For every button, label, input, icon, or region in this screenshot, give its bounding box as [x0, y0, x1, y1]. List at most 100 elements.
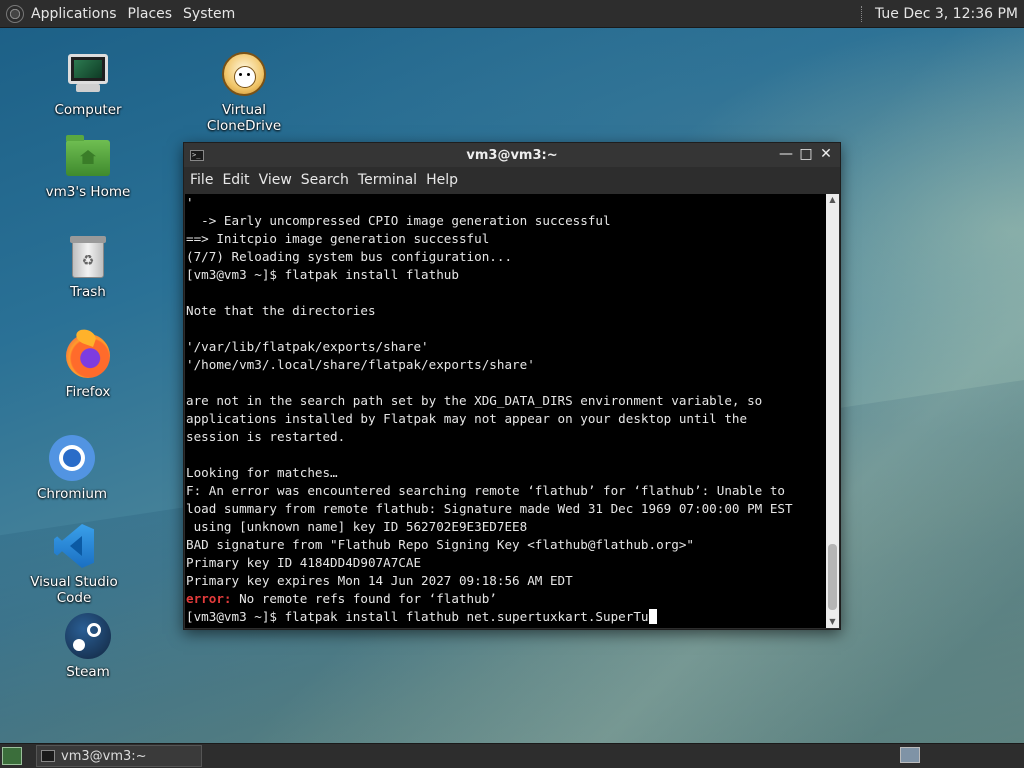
menu-file[interactable]: File	[190, 172, 213, 188]
desktop-icon-label: Steam	[66, 664, 110, 680]
terminal-line: '/var/lib/flatpak/exports/share'	[186, 338, 793, 356]
terminal-line: load summary from remote flathub: Signat…	[186, 500, 793, 518]
window-titlebar[interactable]: >_ vm3@vm3:~ — □ ✕	[184, 143, 840, 167]
panel-handle[interactable]	[860, 5, 865, 22]
terminal-line: Primary key expires Mon 14 Jun 2027 09:1…	[186, 572, 793, 590]
terminal-icon[interactable]: >_	[190, 149, 204, 161]
terminal-line-text: load summary from remote flathub: Signat…	[186, 501, 793, 516]
terminal-line-text: '	[186, 195, 194, 210]
places-menu[interactable]: Places	[128, 6, 173, 22]
terminal-line	[186, 320, 793, 338]
terminal-line-text: No remote refs found for ‘flathub’	[231, 591, 497, 606]
terminal-scrollbar[interactable]: ▲ ▼	[826, 194, 839, 628]
terminal-line-text: Note that the directories	[186, 303, 376, 318]
minimize-button[interactable]: —	[778, 146, 794, 162]
show-desktop-button[interactable]	[2, 747, 22, 765]
terminal-line	[186, 284, 793, 302]
taskbar-item-terminal[interactable]: vm3@vm3:~	[36, 745, 202, 767]
terminal-line-text: '/home/vm3/.local/share/flatpak/exports/…	[186, 357, 535, 372]
home-folder-icon	[64, 132, 112, 180]
scroll-up-arrow-icon[interactable]: ▲	[826, 194, 839, 206]
desktop-icon-firefox[interactable]: Firefox	[33, 332, 143, 400]
distro-logo-icon[interactable]	[6, 4, 24, 23]
error-label: error:	[186, 591, 232, 606]
desktop-icon-computer[interactable]: Computer	[33, 50, 143, 118]
firefox-icon	[64, 332, 112, 380]
terminal-line-text: -> Early uncompressed CPIO image generat…	[186, 213, 611, 228]
terminal-prompt: [vm3@vm3 ~]$ flatpak install flathub net…	[186, 609, 649, 624]
terminal-line-text: applications installed by Flatpak may no…	[186, 411, 748, 426]
terminal-lines: ' -> Early uncompressed CPIO image gener…	[186, 194, 793, 626]
desktop-icon-vscode[interactable]: Visual Studio Code	[14, 522, 134, 606]
terminal-line	[186, 446, 793, 464]
close-button[interactable]: ✕	[818, 146, 834, 162]
desktop-icon-label: Visual Studio Code	[30, 574, 118, 606]
terminal-line: ==> Initcpio image generation successful	[186, 230, 793, 248]
terminal-line: applications installed by Flatpak may no…	[186, 410, 793, 428]
terminal-output[interactable]: ' -> Early uncompressed CPIO image gener…	[185, 194, 827, 628]
terminal-prompt-line[interactable]: [vm3@vm3 ~]$ flatpak install flathub net…	[186, 608, 793, 626]
desktop-icon-label: Computer	[54, 102, 122, 118]
text-cursor	[648, 609, 657, 624]
terminal-line: BAD signature from "Flathub Repo Signing…	[186, 536, 793, 554]
desktop-icon-trash[interactable]: Trash	[33, 232, 143, 300]
maximize-button[interactable]: □	[798, 146, 814, 162]
terminal-line: are not in the search path set by the XD…	[186, 392, 793, 410]
desktop-icon-steam[interactable]: Steam	[33, 612, 143, 680]
bottom-panel: vm3@vm3:~	[0, 743, 1024, 768]
menu-help[interactable]: Help	[426, 172, 458, 188]
menu-edit[interactable]: Edit	[222, 172, 249, 188]
menu-view[interactable]: View	[259, 172, 292, 188]
terminal-line: Primary key ID 4184DD4D907A7CAE	[186, 554, 793, 572]
terminal-line-text: are not in the search path set by the XD…	[186, 393, 763, 408]
top-panel-right: Tue Dec 3, 12:36 PM	[860, 0, 1018, 27]
menu-terminal[interactable]: Terminal	[358, 172, 417, 188]
terminal-line-text: using [unknown name] key ID 562702E9E3ED…	[186, 519, 528, 534]
terminal-line-text: ==> Initcpio image generation successful	[186, 231, 490, 246]
desktop-icon-label: Virtual CloneDrive	[206, 102, 282, 134]
terminal-line: using [unknown name] key ID 562702E9E3ED…	[186, 518, 793, 536]
menu-search[interactable]: Search	[301, 172, 349, 188]
terminal-icon	[41, 750, 55, 762]
terminal-line: -> Early uncompressed CPIO image generat…	[186, 212, 793, 230]
terminal-line-text: Primary key expires Mon 14 Jun 2027 09:1…	[186, 573, 573, 588]
scroll-thumb[interactable]	[828, 544, 837, 610]
terminal-line	[186, 374, 793, 392]
terminal-line-text: Looking for matches…	[186, 465, 338, 480]
terminal-line: F: An error was encountered searching re…	[186, 482, 793, 500]
terminal-line: error: No remote refs found for ‘flathub…	[186, 590, 793, 608]
top-panel: Applications Places System Tue Dec 3, 12…	[0, 0, 1024, 28]
terminal-line-text: (7/7) Reloading system bus configuration…	[186, 249, 513, 264]
clock[interactable]: Tue Dec 3, 12:36 PM	[875, 6, 1018, 22]
terminal-line: session is restarted.	[186, 428, 793, 446]
terminal-line-text	[186, 285, 194, 300]
desktop-icon-home[interactable]: vm3's Home	[33, 132, 143, 200]
terminal-line-text: [vm3@vm3 ~]$ flatpak install flathub	[186, 267, 459, 282]
terminal-line-text: Primary key ID 4184DD4D907A7CAE	[186, 555, 422, 570]
system-menu[interactable]: System	[183, 6, 235, 22]
terminal-line-text: F: An error was encountered searching re…	[186, 483, 785, 498]
terminal-line: [vm3@vm3 ~]$ flatpak install flathub	[186, 266, 793, 284]
terminal-line-text: '/var/lib/flatpak/exports/share'	[186, 339, 429, 354]
clonedrive-icon	[220, 50, 268, 98]
steam-icon	[64, 612, 112, 660]
terminal-window[interactable]: >_ vm3@vm3:~ — □ ✕ File Edit View Search…	[183, 142, 841, 630]
applications-menu[interactable]: Applications	[31, 6, 117, 22]
scroll-down-arrow-icon[interactable]: ▼	[826, 616, 839, 628]
terminal-line: Note that the directories	[186, 302, 793, 320]
chromium-icon	[48, 434, 96, 482]
terminal-line: '	[186, 194, 793, 212]
window-title: vm3@vm3:~	[466, 147, 558, 163]
terminal-line: '/home/vm3/.local/share/flatpak/exports/…	[186, 356, 793, 374]
terminal-menubar: File Edit View Search Terminal Help	[184, 167, 840, 193]
desktop-icon-clonedrive[interactable]: Virtual CloneDrive	[189, 50, 299, 134]
desktop-icon-label: vm3's Home	[45, 184, 131, 200]
terminal-line-text	[186, 447, 194, 462]
window-controls: — □ ✕	[778, 146, 834, 162]
desktop-icon-label: Trash	[70, 284, 106, 300]
taskbar-item-label: vm3@vm3:~	[61, 748, 147, 764]
computer-icon	[64, 50, 112, 98]
workspace-switcher[interactable]	[900, 747, 920, 763]
terminal-line-text: BAD signature from "Flathub Repo Signing…	[186, 537, 694, 552]
desktop-icon-chromium[interactable]: Chromium	[17, 434, 127, 502]
